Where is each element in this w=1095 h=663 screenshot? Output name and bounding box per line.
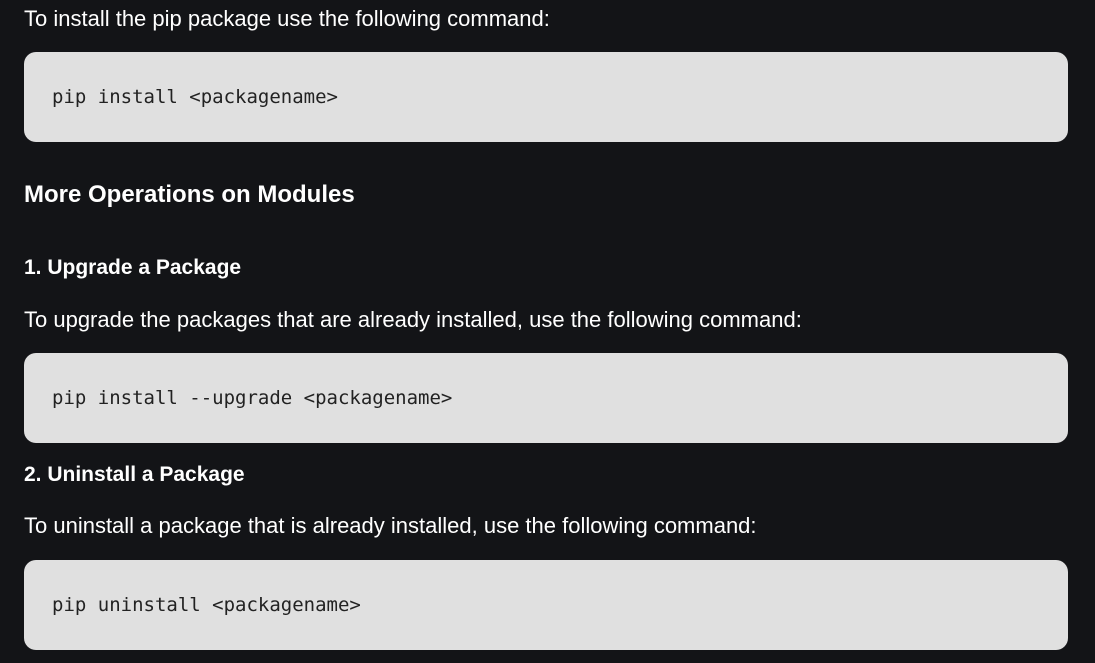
upgrade-command[interactable]: pip install --upgrade <packagename> bbox=[52, 353, 452, 443]
upgrade-code-block[interactable]: pip install --upgrade <packagename> bbox=[24, 353, 1068, 443]
upgrade-text: To upgrade the packages that are already… bbox=[24, 307, 802, 332]
uninstall-text: To uninstall a package that is already i… bbox=[24, 513, 757, 538]
article-content: To install the pip package use the follo… bbox=[0, 0, 1095, 663]
upgrade-heading: 1. Upgrade a Package bbox=[24, 256, 242, 279]
uninstall-command[interactable]: pip uninstall <packagename> bbox=[52, 560, 361, 650]
install-command[interactable]: pip install <packagename> bbox=[52, 52, 338, 142]
uninstall-heading: 2. Uninstall a Package bbox=[24, 463, 245, 486]
uninstall-code-block[interactable]: pip uninstall <packagename> bbox=[24, 560, 1068, 650]
install-code-block[interactable]: pip install <packagename> bbox=[24, 52, 1068, 142]
install-intro-text: To install the pip package use the follo… bbox=[24, 6, 550, 31]
section-title: More Operations on Modules bbox=[24, 181, 355, 208]
